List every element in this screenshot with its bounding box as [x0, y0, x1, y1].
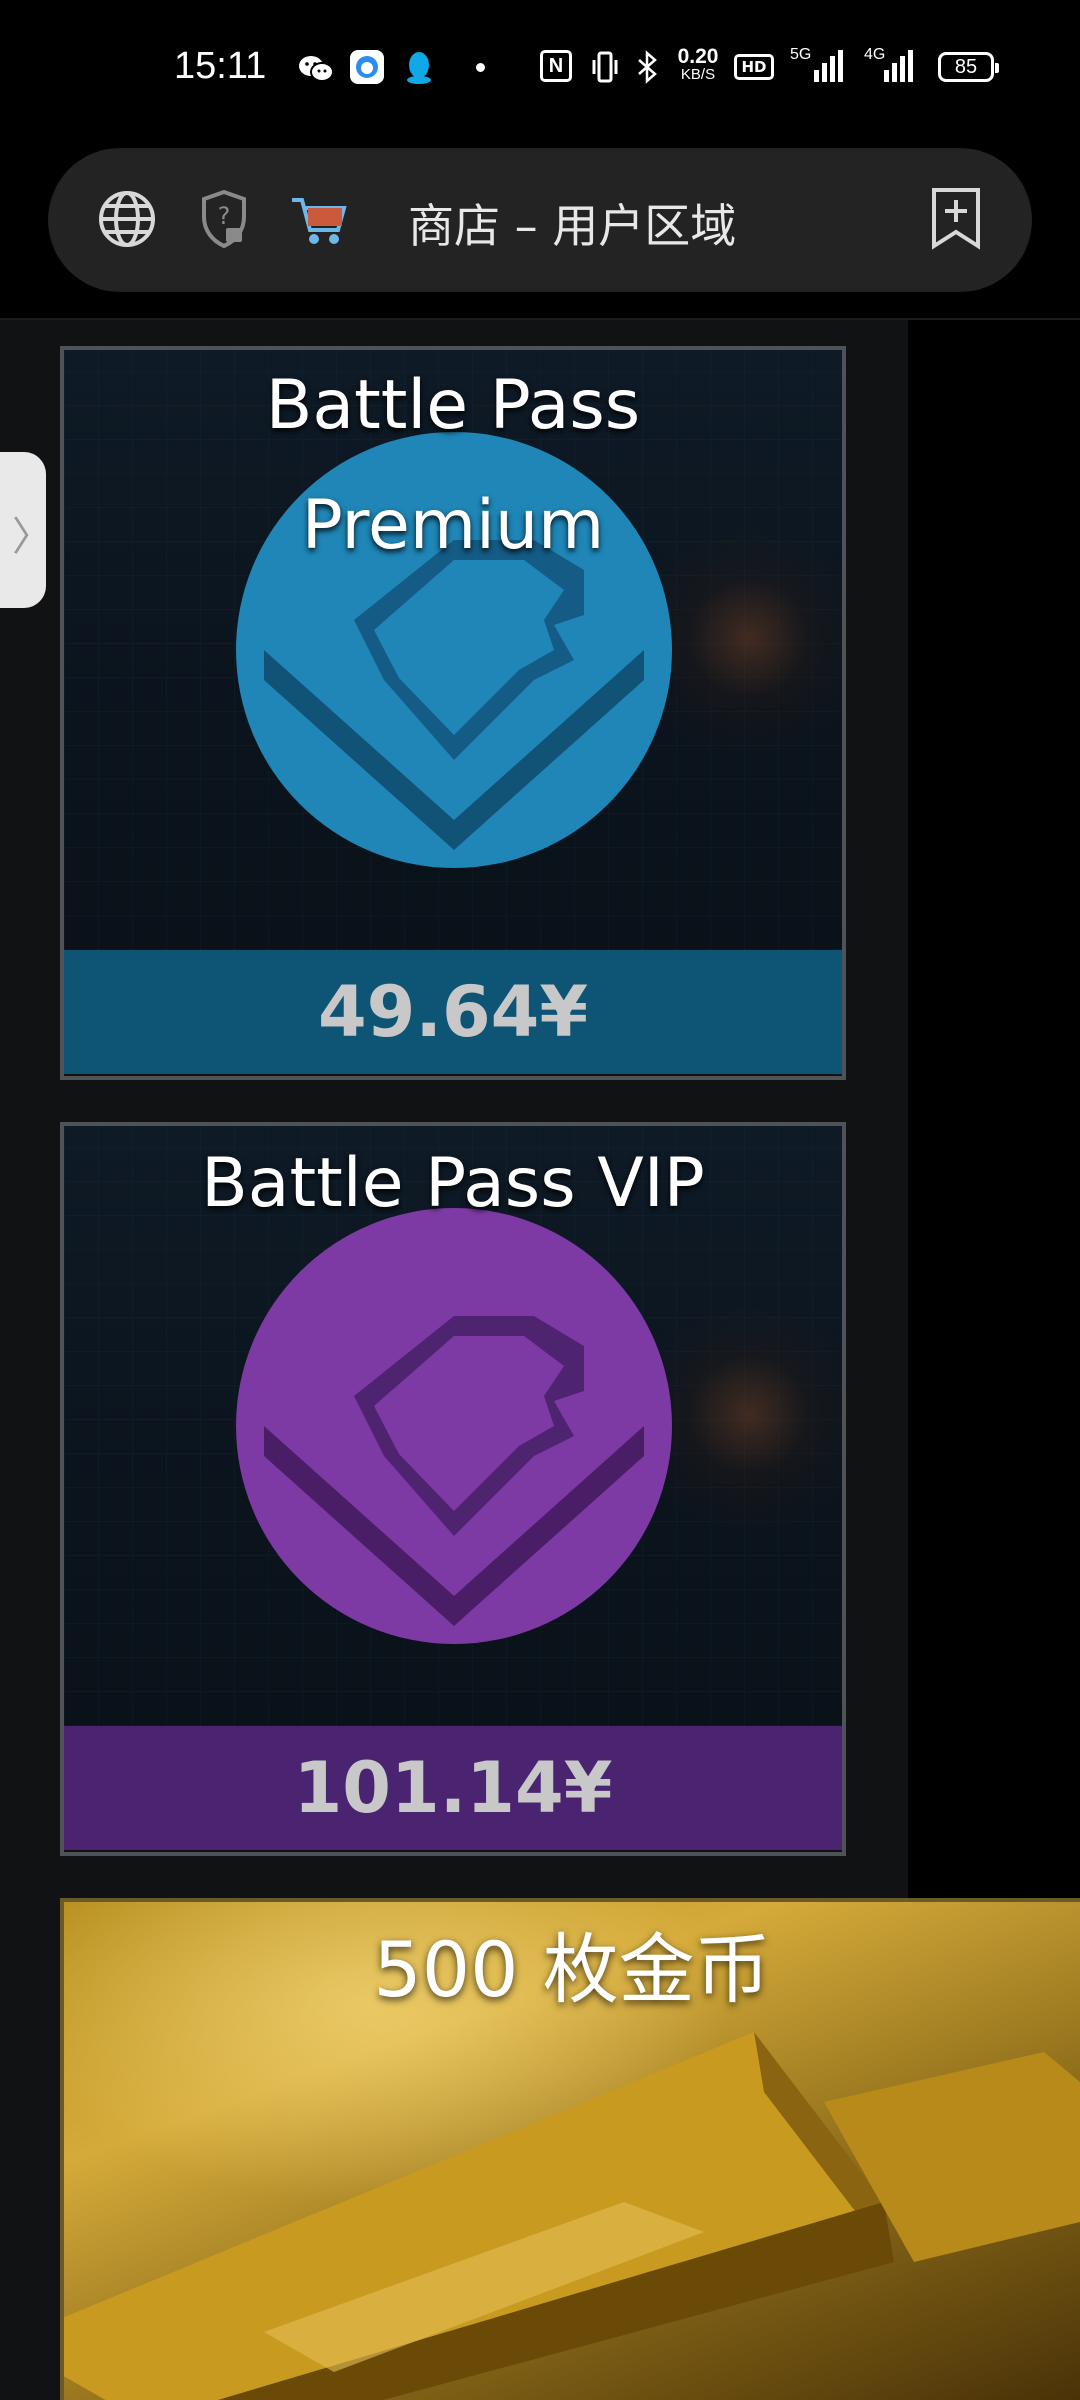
shopping-cart-icon: [288, 192, 348, 252]
shield-lock-icon[interactable]: ?: [196, 188, 252, 254]
browser-app-icon: [350, 50, 384, 84]
emblem-icon: [236, 1208, 672, 1644]
svg-text:?: ?: [218, 202, 231, 230]
nfc-icon: N: [540, 50, 572, 82]
page-title[interactable]: 商店 – 用户区域: [408, 190, 736, 256]
status-bar: 15:11 N 0.20 KB/S HD 5G 4G 85: [0, 0, 1080, 135]
product-card-battle-pass-premium[interactable]: Battle Pass Premium 49.64¥: [60, 346, 846, 1080]
wechat-icon: [298, 54, 334, 88]
globe-icon[interactable]: [96, 188, 158, 254]
chevron-right-icon: 〉: [12, 514, 52, 560]
dot-icon: [476, 63, 485, 72]
status-time: 15:11: [174, 45, 267, 87]
price-bar: 49.64¥: [64, 950, 842, 1074]
product-card-battle-pass-vip[interactable]: Battle Pass VIP 101.14¥: [60, 1122, 846, 1856]
product-price: 49.64¥: [317, 971, 589, 1053]
product-title-line2: Premium: [301, 486, 605, 565]
qq-icon: [404, 50, 434, 90]
vibrate-icon: [590, 50, 620, 88]
product-title: Battle Pass VIP: [201, 1144, 705, 1223]
bookmark-add-icon[interactable]: [928, 186, 984, 254]
net-speed: 0.20 KB/S: [677, 45, 719, 83]
product-card-gold-coins[interactable]: 500 枚金币: [60, 1898, 1080, 2400]
address-bar[interactable]: ? 商店 – 用户区域: [48, 148, 1032, 292]
hd-icon: HD: [734, 54, 774, 80]
battery-indicator: 85: [938, 52, 999, 82]
bluetooth-icon: [636, 50, 658, 88]
product-price: 101.14¥: [293, 1747, 613, 1829]
product-title-line1: Battle Pass: [265, 366, 641, 445]
product-title: 500 枚金币: [373, 1925, 771, 2014]
side-panel-handle[interactable]: 〉: [0, 452, 52, 608]
price-bar: 101.14¥: [64, 1726, 842, 1850]
